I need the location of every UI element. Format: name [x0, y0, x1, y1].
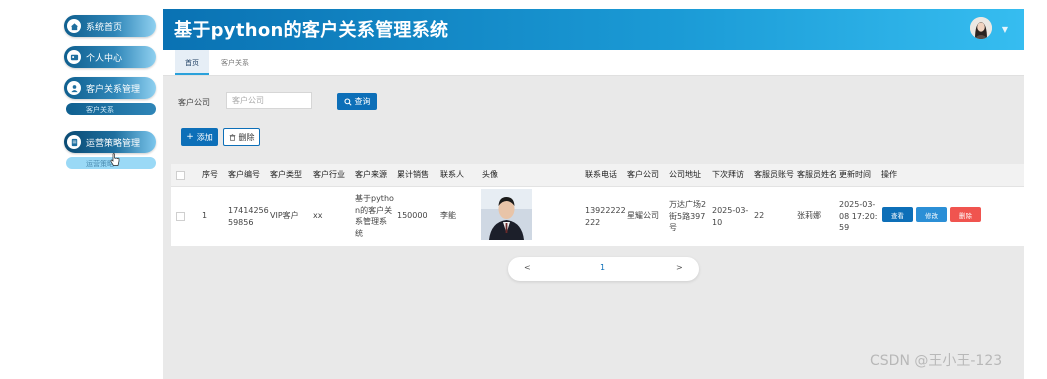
sidebar-subitem-label: 客户关系 [86, 106, 114, 114]
watermark: CSDN @王小王-123 [870, 353, 1003, 369]
cell-contact: 李能 [440, 211, 456, 220]
trash-icon [229, 133, 235, 141]
sidebar-item-label: 个人中心 [86, 53, 123, 64]
row-checkbox[interactable] [176, 212, 185, 221]
sidebar-item-label: 系统首页 [86, 22, 123, 33]
delete-button-label: 删除 [238, 132, 255, 142]
column-header: 操作 [881, 170, 897, 179]
user-icon [67, 81, 81, 95]
chevron-down-icon[interactable]: ▼ [1002, 25, 1008, 34]
row-delete-button[interactable]: 删除 [950, 207, 981, 222]
column-header[interactable]: 联系电话 [585, 164, 617, 186]
sidebar-item-home[interactable]: 系统首页 [64, 15, 156, 37]
view-button[interactable]: 查看 [882, 207, 913, 222]
sidebar-item-operation-strategy[interactable]: 运营策略管理 [64, 131, 156, 153]
pagination: < 1 > [508, 257, 699, 281]
search-label: 客户公司 [178, 98, 210, 107]
document-icon [67, 135, 81, 149]
tab-home[interactable]: 首页 [175, 50, 209, 75]
select-all-checkbox[interactable] [176, 171, 185, 180]
add-button-label: 添加 [196, 132, 213, 142]
column-header[interactable]: 累计销售 [397, 164, 429, 186]
cell-phone: 13922222 222 [585, 206, 626, 227]
cell-index: 1 [202, 211, 208, 220]
cell-source: 基于pytho n的客户关 系管理系统 [355, 194, 394, 238]
table-header: 序号 客户编号 客户类型 客户行业 客户来源 累计销售 联系人 头像 联系电话 … [171, 164, 1024, 187]
cell-agent-account: 22 [754, 211, 765, 220]
sidebar-item-profile[interactable]: 个人中心 [64, 46, 156, 68]
search-icon [343, 97, 352, 106]
sidebar-item-customer-management[interactable]: 客户关系管理 [64, 77, 156, 99]
tab-bar: 首页 客户关系 [163, 50, 1024, 76]
prev-page-button[interactable]: < [524, 263, 531, 272]
home-icon [67, 19, 81, 33]
column-header[interactable]: 客户编号 [228, 164, 260, 186]
cell-customer-type: VIP客户 [270, 211, 299, 220]
plus-icon: + [186, 132, 194, 142]
delete-button[interactable]: 删除 [223, 128, 260, 146]
app-title: 基于python的客户关系管理系统 [174, 20, 449, 41]
sidebar: 系统首页 个人中心 客户关系管理 客户关系 运营策略管理 运营策略 [0, 0, 163, 379]
cell-company: 星耀公司 [627, 211, 659, 220]
customer-avatar-photo [481, 189, 532, 240]
cell-customer-no: 17414256 59856 [228, 206, 269, 227]
column-header[interactable]: 公司地址 [669, 164, 701, 186]
customer-table: 序号 客户编号 客户类型 客户行业 客户来源 累计销售 联系人 头像 联系电话 … [171, 164, 1024, 246]
cell-next-visit: 2025-03- 10 [712, 206, 749, 227]
app-header: 基于python的客户关系管理系统 ▼ [163, 9, 1024, 50]
cell-sales: 150000 [397, 211, 428, 220]
column-header[interactable]: 客户类型 [270, 164, 302, 186]
sidebar-item-label: 客户关系管理 [86, 84, 141, 95]
next-page-button[interactable]: > [676, 263, 683, 272]
column-header[interactable]: 客服员账号 [754, 164, 794, 186]
column-header[interactable]: 客服员姓名 [797, 164, 837, 186]
main-content: 客户公司 查询 + 添加 删除 序号 客户编号 客户类型 客户行业 客户来源 累… [163, 76, 1024, 379]
cell-industry: xx [313, 211, 323, 220]
column-header[interactable]: 客户公司 [627, 164, 659, 186]
user-avatar[interactable] [970, 17, 992, 39]
column-header[interactable]: 客户来源 [355, 164, 387, 186]
cell-address: 万达广场2 街5路397 号 [669, 200, 707, 232]
search-button-label: 查询 [354, 97, 371, 106]
search-button[interactable]: 查询 [337, 93, 377, 110]
current-page[interactable]: 1 [600, 263, 605, 272]
column-header[interactable]: 头像 [482, 164, 498, 186]
id-card-icon [67, 50, 81, 64]
edit-button[interactable]: 修改 [916, 207, 947, 222]
column-header[interactable]: 下次拜访 [712, 164, 744, 186]
avatar-image [970, 17, 992, 39]
column-header[interactable]: 序号 [202, 164, 218, 186]
column-header[interactable]: 客户行业 [313, 164, 345, 186]
search-input[interactable] [226, 92, 312, 109]
cell-agent-name: 张莉娜 [797, 211, 821, 220]
sidebar-item-label: 运营策略管理 [86, 138, 141, 149]
sidebar-subitem-customer-relation[interactable]: 客户关系 [66, 103, 156, 115]
add-button[interactable]: + 添加 [181, 128, 218, 146]
tab-customer-relation[interactable]: 客户关系 [211, 50, 259, 75]
hand-cursor-icon [110, 153, 120, 166]
column-header[interactable]: 联系人 [440, 164, 464, 186]
cell-updated: 2025-03- 08 17:20: 59 [839, 200, 878, 232]
column-header[interactable]: 更新时间 [839, 164, 871, 186]
